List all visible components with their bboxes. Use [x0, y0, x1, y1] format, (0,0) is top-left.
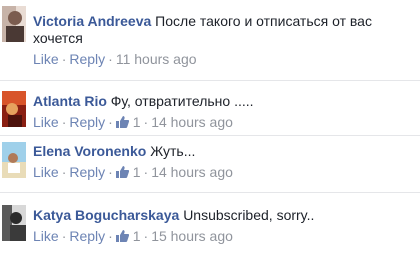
- comment-text-line: Victoria Andreeva После такого и отписат…: [33, 13, 414, 30]
- separator: ·: [108, 164, 113, 180]
- separator: ·: [143, 164, 149, 180]
- comment-author[interactable]: Katya Bogucharskaya: [33, 207, 179, 223]
- comment-text-line: Elena Voronenko Жуть...: [33, 143, 414, 160]
- divider: [0, 192, 420, 193]
- comment-text: После такого и отписаться от вас: [155, 13, 372, 29]
- like-link[interactable]: Like: [33, 51, 59, 67]
- comment-actions: Like · Reply · 1 · 14 hours ago: [33, 164, 414, 181]
- divider: [0, 135, 420, 136]
- comment-actions: Like · Reply · 1 · 14 hours ago: [33, 114, 414, 131]
- separator: ·: [61, 164, 67, 180]
- separator: ·: [61, 228, 67, 244]
- comment-timestamp[interactable]: 14 hours ago: [151, 164, 233, 180]
- comment-author[interactable]: Elena Voronenko: [33, 143, 146, 159]
- separator: ·: [143, 114, 149, 130]
- like-link[interactable]: Like: [33, 114, 59, 130]
- comment-text-line: Atlanta Rio Фу, отвратительно .....: [33, 93, 414, 110]
- avatar[interactable]: [2, 91, 26, 127]
- reply-link[interactable]: Reply: [69, 228, 105, 244]
- avatar[interactable]: [2, 142, 26, 178]
- thumbs-up-icon: [115, 166, 129, 178]
- separator: ·: [61, 51, 67, 67]
- comment-author[interactable]: Atlanta Rio: [33, 93, 107, 109]
- divider: [0, 80, 420, 81]
- comment-thread: Victoria Andreeva После такого и отписат…: [0, 0, 420, 260]
- comment-text: Фу, отвратительно .....: [110, 93, 254, 109]
- comment-text: Жуть...: [150, 143, 196, 159]
- like-count[interactable]: 1: [115, 228, 141, 244]
- comment-timestamp[interactable]: 11 hours ago: [116, 51, 197, 67]
- comment-text: Unsubscribed, sorry..: [183, 207, 315, 223]
- comment-text-line: Katya Bogucharskaya Unsubscribed, sorry.…: [33, 207, 414, 224]
- separator: ·: [108, 114, 113, 130]
- thumbs-up-icon: [115, 116, 129, 128]
- separator: ·: [108, 228, 113, 244]
- comment-actions: Like · Reply · 1 · 15 hours ago: [33, 228, 414, 245]
- comment-timestamp[interactable]: 15 hours ago: [151, 228, 233, 244]
- avatar[interactable]: [2, 205, 26, 241]
- reply-link[interactable]: Reply: [69, 164, 105, 180]
- reply-link[interactable]: Reply: [69, 51, 105, 67]
- thumbs-up-icon: [115, 230, 129, 242]
- separator: ·: [143, 228, 149, 244]
- comment-author[interactable]: Victoria Andreeva: [33, 13, 151, 29]
- like-link[interactable]: Like: [33, 228, 59, 244]
- comment-text-continued: хочется: [33, 30, 83, 46]
- separator: ·: [108, 51, 113, 67]
- reply-link[interactable]: Reply: [69, 114, 105, 130]
- like-count[interactable]: 1: [115, 164, 141, 180]
- comment-timestamp[interactable]: 14 hours ago: [151, 114, 233, 130]
- like-link[interactable]: Like: [33, 164, 59, 180]
- like-count[interactable]: 1: [115, 114, 141, 130]
- comment-actions: Like · Reply · 11 hours ago: [33, 51, 414, 68]
- avatar[interactable]: [2, 6, 26, 42]
- separator: ·: [61, 114, 67, 130]
